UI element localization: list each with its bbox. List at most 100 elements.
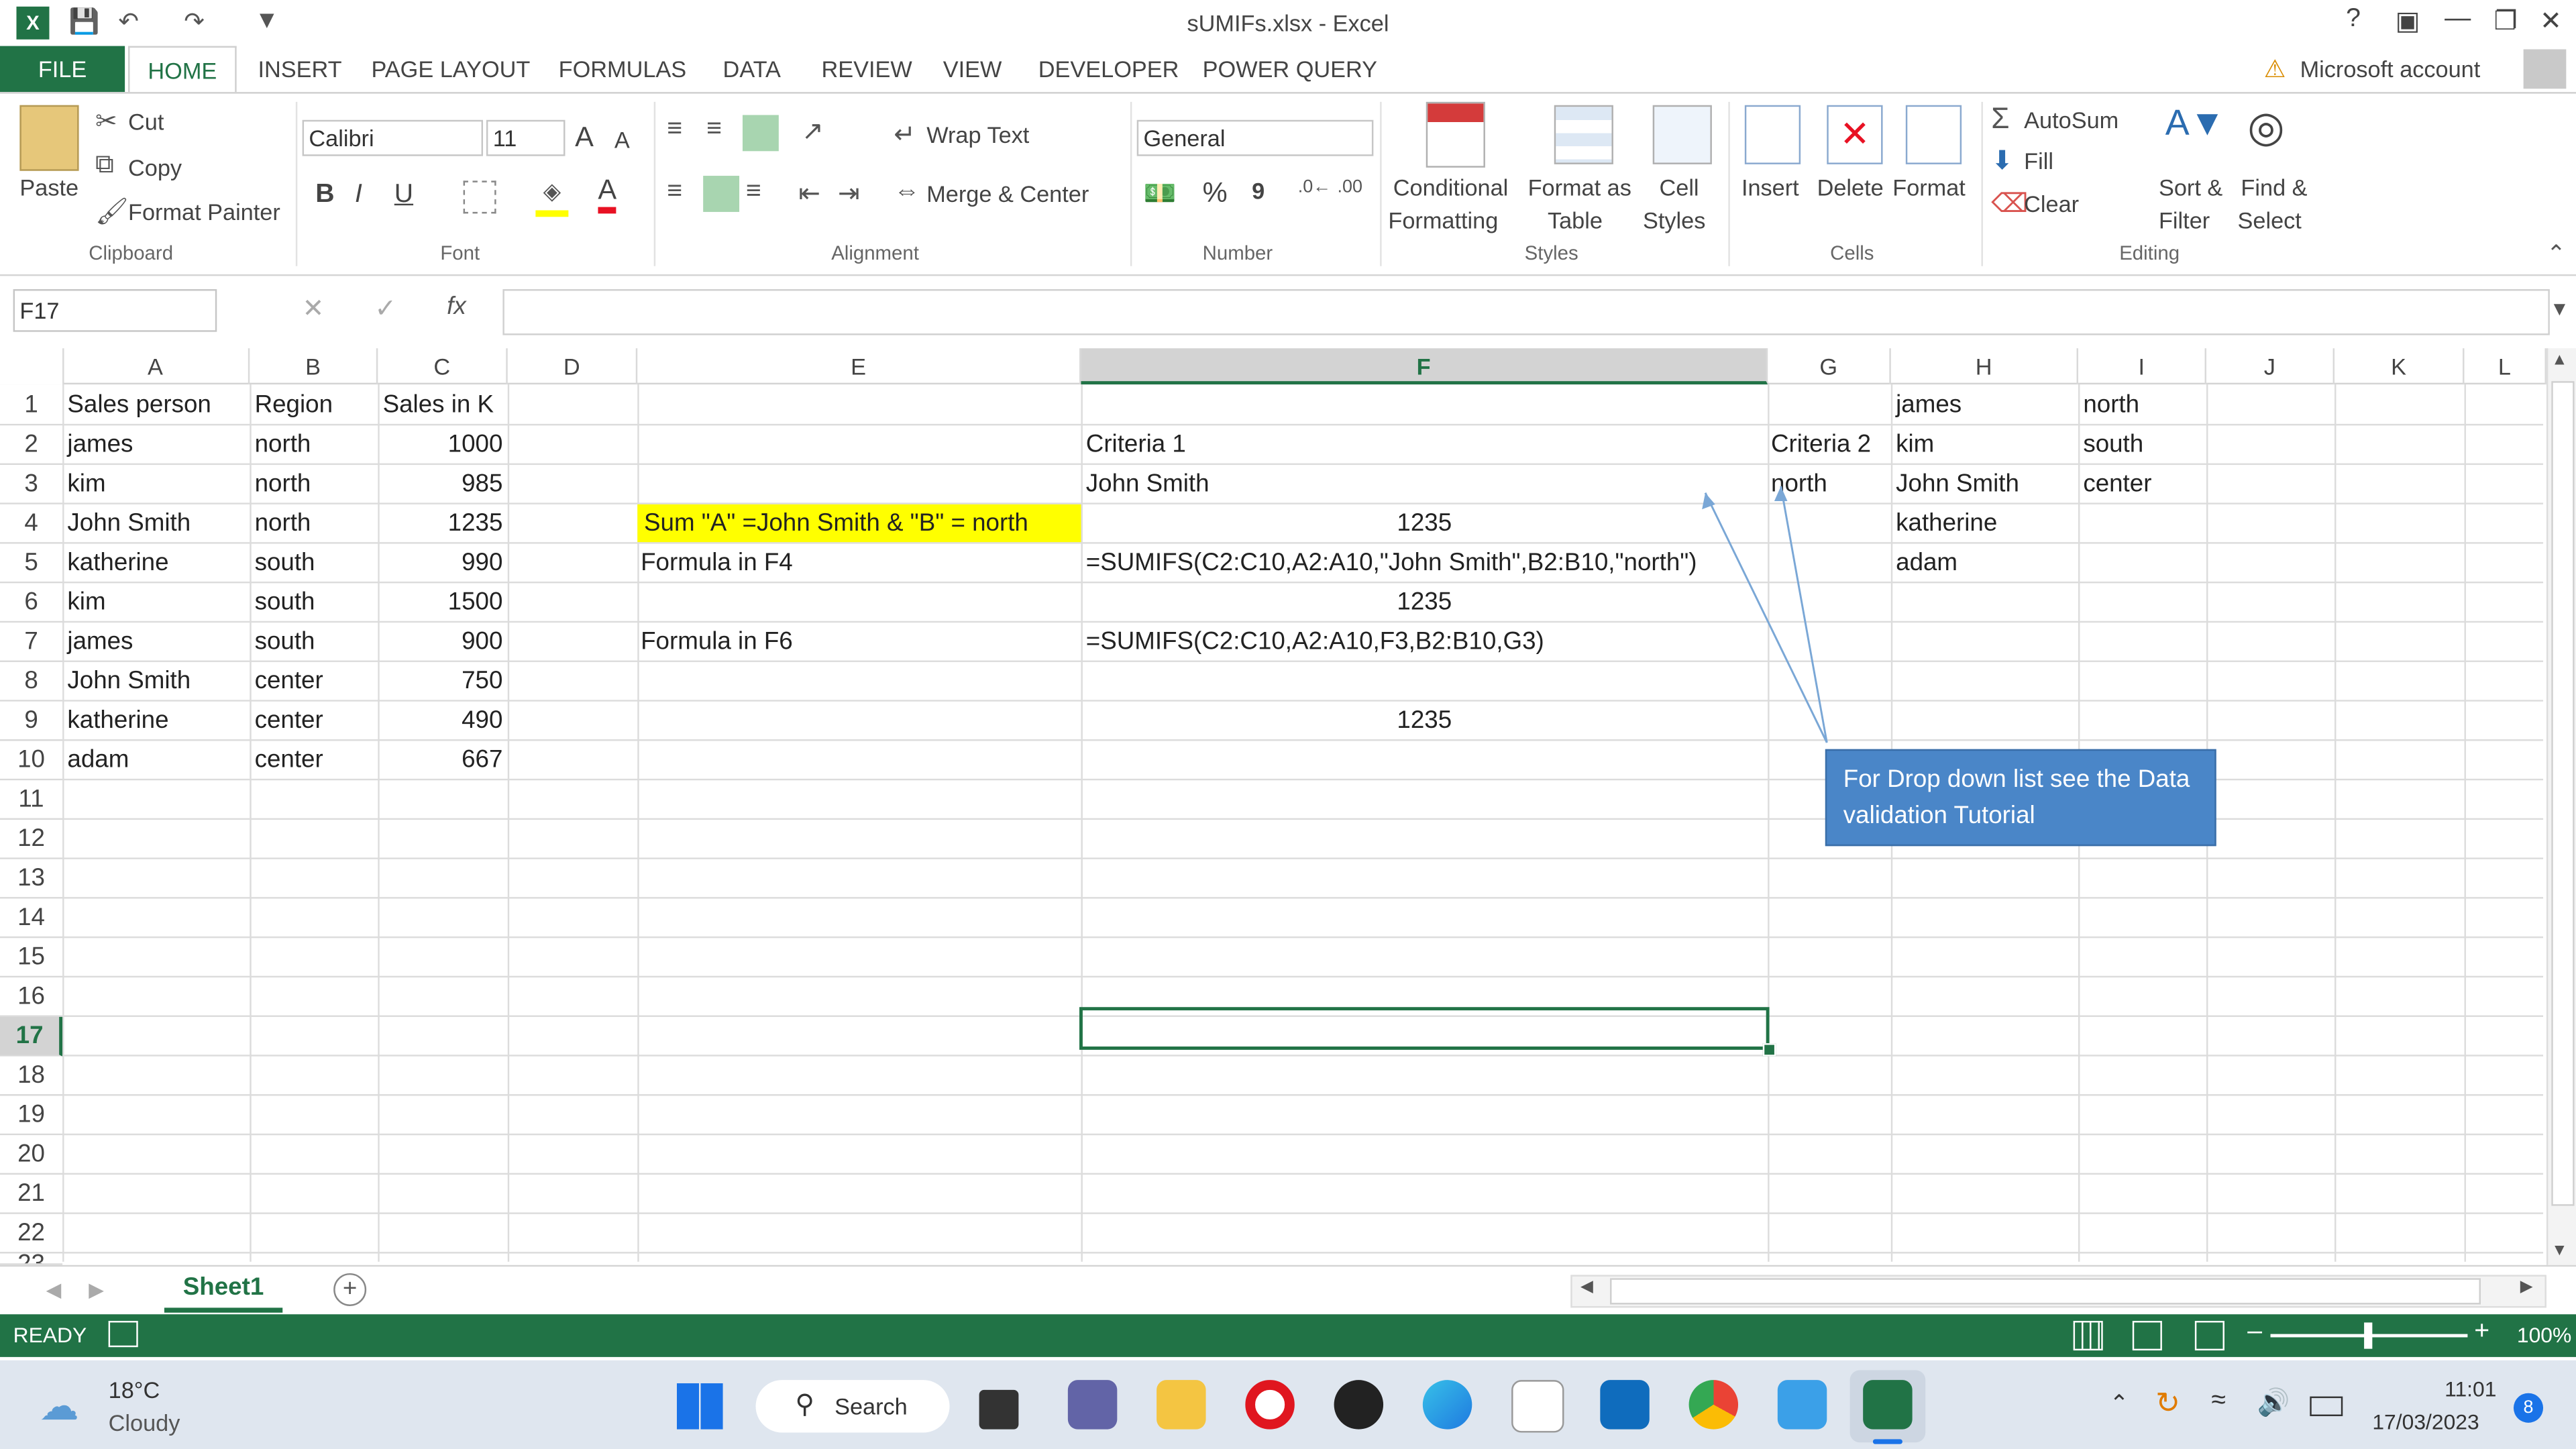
shrink-font-button[interactable]: A bbox=[614, 127, 630, 153]
enter-icon[interactable]: ✓ bbox=[374, 292, 396, 325]
cell-h4[interactable]: katherine bbox=[1896, 504, 1997, 542]
cell-c10[interactable]: 667 bbox=[378, 741, 502, 778]
row-header[interactable]: 23 bbox=[0, 1253, 63, 1265]
cell-b6[interactable]: south bbox=[255, 583, 315, 621]
restore-button[interactable]: ❐ bbox=[2494, 5, 2518, 38]
cell-h3[interactable]: John Smith bbox=[1896, 465, 2019, 502]
format-as-table-button[interactable]: Format as bbox=[1528, 174, 1631, 201]
delete-cells-button[interactable]: Delete bbox=[1817, 174, 1884, 201]
scroll-thumb[interactable] bbox=[2551, 381, 2575, 1206]
wrap-text-button[interactable]: Wrap Text bbox=[926, 121, 1029, 148]
row-header[interactable]: 2 bbox=[0, 425, 63, 466]
file-explorer-icon[interactable] bbox=[1157, 1380, 1206, 1430]
cell-f9[interactable]: 1235 bbox=[1081, 702, 1768, 739]
name-box[interactable]: F17 bbox=[13, 289, 217, 332]
cut-button[interactable]: Cut bbox=[128, 109, 164, 135]
expand-formula-icon[interactable]: ▼ bbox=[2550, 297, 2569, 320]
weather-icon[interactable]: ☁ bbox=[40, 1383, 79, 1431]
cell-c8[interactable]: 750 bbox=[378, 662, 502, 700]
cell-f7[interactable]: =SUMIFS(C2:C10,A2:A10,F3,B2:B10,G3) bbox=[1086, 623, 1544, 660]
opera-icon[interactable] bbox=[1245, 1380, 1295, 1430]
wifi-icon[interactable]: ≈ bbox=[2211, 1387, 2226, 1416]
align-center-icon[interactable] bbox=[703, 176, 740, 212]
formula-input[interactable] bbox=[502, 289, 2550, 335]
align-left-icon[interactable]: ≡ bbox=[667, 177, 682, 207]
collapse-ribbon-icon[interactable]: ⌃ bbox=[2546, 240, 2566, 268]
column-header-j[interactable]: J bbox=[2206, 348, 2335, 385]
cancel-icon[interactable]: ✕ bbox=[303, 292, 325, 325]
cell-a9[interactable]: katherine bbox=[67, 702, 168, 739]
cell-c1[interactable]: Sales in K bbox=[383, 386, 494, 424]
tab-power-query[interactable]: POWER QUERY bbox=[1203, 56, 1377, 82]
cell-b1[interactable]: Region bbox=[255, 386, 333, 424]
column-header-a[interactable]: A bbox=[62, 348, 250, 385]
minimize-button[interactable]: — bbox=[2445, 5, 2471, 34]
font-size-select[interactable]: 11 bbox=[486, 119, 566, 156]
paste-button[interactable]: Paste bbox=[19, 174, 78, 201]
row-header[interactable]: 12 bbox=[0, 820, 63, 859]
zoom-level[interactable]: 100% bbox=[2517, 1322, 2571, 1347]
cell-b10[interactable]: center bbox=[255, 741, 323, 778]
insert-function-button[interactable]: fx bbox=[447, 292, 466, 321]
format-cells-button[interactable]: Format bbox=[1892, 174, 1966, 201]
show-hidden-icons[interactable]: ⌃ bbox=[2110, 1390, 2129, 1418]
notification-badge[interactable]: 8 bbox=[2513, 1393, 2544, 1423]
start-icon[interactable] bbox=[676, 1383, 723, 1430]
tab-formulas[interactable]: FORMULAS bbox=[559, 56, 687, 82]
macro-record-icon[interactable] bbox=[108, 1320, 138, 1348]
volume-icon[interactable]: 🔊 bbox=[2257, 1387, 2290, 1419]
cell-a8[interactable]: John Smith bbox=[67, 662, 191, 700]
tab-developer[interactable]: DEVELOPER bbox=[1038, 56, 1179, 82]
align-bottom-icon[interactable] bbox=[742, 115, 779, 152]
scroll-down-icon[interactable]: ▼ bbox=[2551, 1242, 2567, 1260]
align-middle-icon[interactable]: ≡ bbox=[706, 115, 722, 144]
cell-b7[interactable]: south bbox=[255, 623, 315, 660]
comma-button[interactable]: 9 bbox=[1252, 177, 1265, 203]
column-header-l[interactable]: L bbox=[2464, 348, 2546, 385]
align-top-icon[interactable]: ≡ bbox=[667, 115, 682, 144]
row-header[interactable]: 21 bbox=[0, 1175, 63, 1214]
format-painter-button[interactable]: Format Painter bbox=[128, 199, 280, 225]
merge-center-button[interactable]: Merge & Center bbox=[926, 180, 1089, 207]
chrome-icon[interactable] bbox=[1688, 1380, 1739, 1430]
notepad-icon[interactable] bbox=[1777, 1380, 1827, 1430]
scroll-right-icon[interactable]: ▶ bbox=[2520, 1278, 2533, 1296]
scroll-up-icon[interactable]: ▲ bbox=[2551, 352, 2567, 370]
cell-h1[interactable]: james bbox=[1896, 386, 1962, 424]
cell-b2[interactable]: north bbox=[255, 425, 311, 463]
ribbon-display-icon[interactable]: ▣ bbox=[2396, 5, 2420, 38]
increase-indent-icon[interactable]: ⇥ bbox=[838, 177, 860, 210]
cell-a6[interactable]: kim bbox=[67, 583, 105, 621]
paste-icon[interactable] bbox=[19, 105, 79, 171]
active-cell-f17[interactable] bbox=[1079, 1007, 1770, 1050]
tab-insert[interactable]: INSERT bbox=[258, 56, 341, 82]
add-sheet-icon[interactable]: + bbox=[333, 1273, 367, 1306]
tab-review[interactable]: REVIEW bbox=[822, 56, 912, 82]
cell-b9[interactable]: center bbox=[255, 702, 323, 739]
cell-c4[interactable]: 1235 bbox=[378, 504, 503, 542]
weather-temp[interactable]: 18°C bbox=[109, 1377, 160, 1403]
weather-desc[interactable]: Cloudy bbox=[109, 1409, 180, 1436]
battery-icon[interactable] bbox=[2310, 1396, 2343, 1417]
cell-e5[interactable]: Formula in F4 bbox=[641, 544, 793, 582]
column-header-c[interactable]: C bbox=[378, 348, 508, 385]
row-header[interactable]: 7 bbox=[0, 623, 63, 662]
row-header[interactable]: 22 bbox=[0, 1214, 63, 1254]
close-button[interactable]: ✕ bbox=[2540, 5, 2562, 38]
fill-color-icon[interactable]: ◈ bbox=[535, 177, 569, 217]
cell-f5[interactable]: =SUMIFS(C2:C10,A2:A10,"John Smith",B2:B1… bbox=[1086, 544, 1697, 582]
page-layout-view-icon[interactable] bbox=[2132, 1320, 2162, 1351]
cell-b8[interactable]: center bbox=[255, 662, 323, 700]
row-header[interactable]: 6 bbox=[0, 583, 63, 623]
bold-button[interactable]: B bbox=[315, 180, 334, 210]
cell-c5[interactable]: 990 bbox=[378, 544, 502, 582]
column-header-b[interactable]: B bbox=[250, 348, 378, 385]
cell-a5[interactable]: katherine bbox=[67, 544, 168, 582]
row-header[interactable]: 11 bbox=[0, 780, 63, 820]
cell-f2[interactable]: Criteria 1 bbox=[1086, 425, 1186, 463]
next-sheet-icon[interactable]: ▶ bbox=[89, 1278, 104, 1301]
column-header-g[interactable]: G bbox=[1768, 348, 1891, 385]
cell-c6[interactable]: 1500 bbox=[378, 583, 503, 621]
row-header[interactable]: 18 bbox=[0, 1056, 63, 1096]
conditional-formatting-button[interactable]: Conditional bbox=[1393, 174, 1509, 201]
